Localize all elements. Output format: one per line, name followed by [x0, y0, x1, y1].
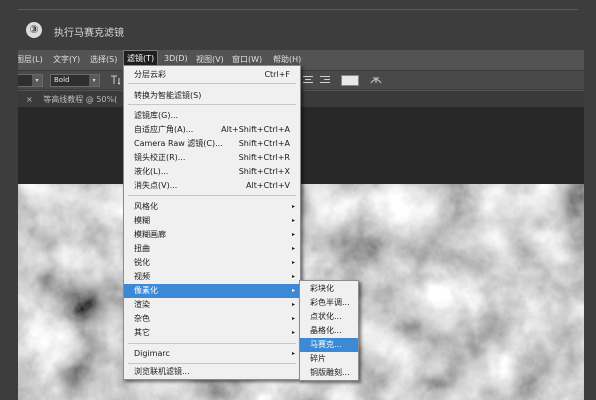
font-family-select[interactable]: ▾ [18, 74, 43, 87]
submenu-arrow-icon: ▸ [291, 301, 295, 308]
menu-item-stylize[interactable]: 风格化 ▸ [124, 200, 300, 214]
menu-item-clouds[interactable]: 分层云彩 Ctrl+F [124, 68, 300, 82]
submenu-item-facet[interactable]: 彩块化 [300, 282, 358, 296]
align-center-icon[interactable] [303, 76, 313, 85]
menu-item-filter-gallery[interactable]: 滤镜库(G)... [124, 109, 300, 123]
text-orientation-icon[interactable] [110, 75, 122, 88]
menu-item-lens-correction[interactable]: 镜头校正(R)... Shift+Ctrl+R [124, 151, 300, 165]
menu-item-vanishing-point[interactable]: 消失点(V)... Alt+Ctrl+V [124, 179, 300, 193]
chevron-down-icon: ▾ [32, 75, 42, 86]
menu-separator [128, 363, 296, 364]
menu-3d[interactable]: 3D(D) [164, 54, 188, 63]
menu-item-browse-online-filters[interactable]: 浏览联机滤镜... [124, 365, 300, 379]
submenu-item-mezzotint[interactable]: 铜版雕刻... [300, 366, 358, 380]
step-number-badge: ③ [26, 22, 42, 38]
menu-window[interactable]: 窗口(W) [232, 54, 262, 65]
submenu-arrow-icon: ▸ [291, 315, 295, 322]
menu-separator [128, 343, 296, 344]
align-right-icon[interactable] [320, 76, 330, 85]
warp-text-icon[interactable] [370, 75, 382, 88]
submenu-arrow-icon: ▸ [291, 231, 295, 238]
menu-view[interactable]: 视图(V) [196, 54, 224, 65]
menu-item-digimarc[interactable]: Digimarc ▸ [124, 347, 300, 361]
submenu-arrow-icon: ▸ [291, 273, 295, 280]
menu-item-video[interactable]: 视频 ▸ [124, 270, 300, 284]
pixelate-submenu: 彩块化 彩色半调... 点状化... 晶格化... 马赛克... 碎片 铜版雕刻… [299, 280, 359, 381]
chevron-down-icon: ▾ [89, 75, 99, 86]
menu-filter[interactable]: 滤镜(T) [122, 50, 159, 67]
submenu-arrow-icon: ▸ [291, 259, 295, 266]
submenu-arrow-icon: ▸ [291, 203, 295, 210]
document-tab-title: 等高线教程 @ 50%( [43, 95, 118, 104]
submenu-arrow-icon: ▸ [291, 350, 295, 357]
menu-item-camera-raw[interactable]: Camera Raw 滤镜(C)... Shift+Ctrl+A [124, 137, 300, 151]
submenu-item-pointillize[interactable]: 点状化... [300, 310, 358, 324]
menu-item-sharpen[interactable]: 锐化 ▸ [124, 256, 300, 270]
font-style-value: Bold [54, 76, 70, 84]
document-tab[interactable]: × 等高线教程 @ 50%( [18, 91, 123, 107]
document-tab-bar: × 等高线教程 @ 50%( [18, 91, 584, 107]
text-color-swatch[interactable] [341, 75, 359, 86]
submenu-item-crystallize[interactable]: 晶格化... [300, 324, 358, 338]
menu-item-convert-smart-filter[interactable]: 转换为智能滤镜(S) [124, 89, 300, 103]
menu-layer[interactable]: 图层(L) [18, 54, 43, 65]
menu-separator [128, 83, 296, 84]
header-divider [18, 9, 578, 10]
submenu-arrow-icon: ▸ [291, 245, 295, 252]
menu-item-distort[interactable]: 扭曲 ▸ [124, 242, 300, 256]
submenu-arrow-icon: ▸ [291, 329, 295, 336]
menu-separator [128, 195, 296, 196]
menu-item-blur-gallery[interactable]: 模糊画廊 ▸ [124, 228, 300, 242]
font-style-select[interactable]: Bold ▾ [50, 74, 100, 87]
submenu-arrow-icon: ▸ [291, 217, 295, 224]
menu-bar: 图层(L) 文字(Y) 选择(S) 滤镜(T) 3D(D) 视图(V) 窗口(W… [18, 50, 584, 69]
submenu-item-fragment[interactable]: 碎片 [300, 352, 358, 366]
menu-item-other[interactable]: 其它 ▸ [124, 326, 300, 340]
step-header: ③ 执行马赛克滤镜 [0, 0, 596, 50]
menu-item-noise[interactable]: 杂色 ▸ [124, 312, 300, 326]
menu-item-pixelate[interactable]: 像素化 ▸ [124, 284, 300, 298]
menu-select[interactable]: 选择(S) [90, 54, 117, 65]
menu-item-adaptive-wide-angle[interactable]: 自适应广角(A)... Alt+Shift+Ctrl+A [124, 123, 300, 137]
menu-separator [128, 104, 296, 105]
filter-menu: 分层云彩 Ctrl+F 转换为智能滤镜(S) 滤镜库(G)... 自适应广角(A)… [123, 65, 301, 380]
options-bar: ▾ Bold ▾ [18, 70, 584, 90]
submenu-item-color-halftone[interactable]: 彩色半调... [300, 296, 358, 310]
step-title: 执行马赛克滤镜 [54, 28, 124, 39]
menu-item-render[interactable]: 渲染 ▸ [124, 298, 300, 312]
menu-help[interactable]: 帮助(H) [273, 54, 301, 65]
submenu-arrow-icon: ▸ [291, 287, 295, 294]
menu-type[interactable]: 文字(Y) [53, 54, 80, 65]
menu-item-liquify[interactable]: 液化(L)... Shift+Ctrl+X [124, 165, 300, 179]
submenu-item-mosaic[interactable]: 马赛克... [300, 338, 358, 352]
menu-item-blur[interactable]: 模糊 ▸ [124, 214, 300, 228]
close-icon[interactable]: × [26, 95, 33, 104]
